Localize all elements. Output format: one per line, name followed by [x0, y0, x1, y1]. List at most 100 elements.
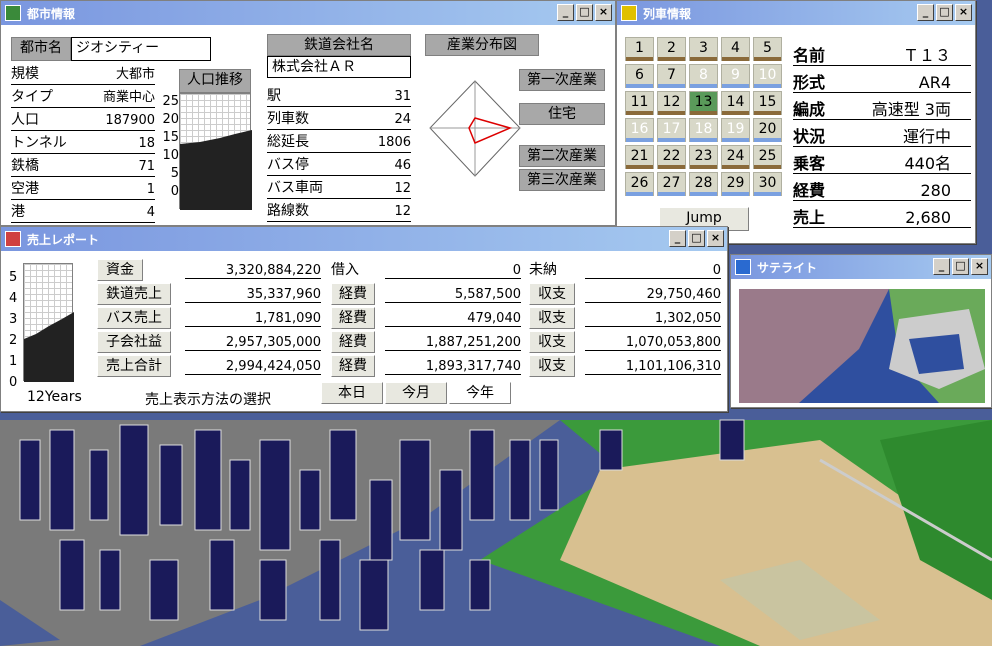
- balance-label[interactable]: 収支: [529, 355, 575, 377]
- balance-label[interactable]: 収支: [529, 283, 575, 305]
- sales-label-button[interactable]: 資金: [97, 259, 143, 281]
- train-info-row: 形式 AR4: [793, 73, 971, 93]
- sales-label-button[interactable]: 売上合計: [97, 355, 171, 377]
- train-slot[interactable]: 30: [753, 172, 782, 196]
- satellite-minimap[interactable]: [739, 289, 985, 403]
- train-window-titlebar[interactable]: 列車情報 _ □ ×: [617, 1, 975, 25]
- train-slot[interactable]: 18: [689, 118, 718, 142]
- train-slot[interactable]: 19: [721, 118, 750, 142]
- sales-label-button[interactable]: バス売上: [97, 307, 171, 329]
- train-slot[interactable]: 1: [625, 37, 654, 61]
- train-slot-number: 12: [662, 94, 681, 110]
- train-slot[interactable]: 8: [689, 64, 718, 88]
- sales-label-button[interactable]: 子会社益: [97, 331, 171, 353]
- tab-this-month[interactable]: 今月: [385, 382, 447, 404]
- close-button[interactable]: ×: [595, 4, 612, 21]
- train-info-row: 乗客 440名: [793, 154, 971, 174]
- city-icon: [5, 5, 21, 21]
- train-slot-number: 20: [758, 121, 777, 137]
- display-method-label: 売上表示方法の選択: [145, 392, 271, 408]
- expense-value: 1,887,251,200: [385, 335, 521, 351]
- industry-residential-label: 住宅: [519, 103, 605, 125]
- close-button[interactable]: ×: [955, 4, 972, 21]
- train-slot-bar: [722, 57, 749, 61]
- train-info-window[interactable]: 列車情報 _ □ × Jump 1 2 3 4 5 6 7 8 9 10 11 12 13 14 15 16 1…: [616, 0, 976, 244]
- train-info-value: 440名: [904, 154, 951, 173]
- minimize-button[interactable]: _: [917, 4, 934, 21]
- balance-label[interactable]: 収支: [529, 331, 575, 353]
- minimize-button[interactable]: _: [557, 4, 574, 21]
- train-slot-number: 7: [667, 67, 676, 83]
- expense-value: 479,040: [385, 311, 521, 327]
- train-slot[interactable]: 21: [625, 145, 654, 169]
- city-info-window[interactable]: 都市情報 _ □ × 都市名 ジオシティー 人口推移 25 20 15 10 5 0 鉄道…: [0, 0, 616, 226]
- train-slot-number: 30: [758, 175, 777, 191]
- train-slot[interactable]: 17: [657, 118, 686, 142]
- train-slot[interactable]: 4: [721, 37, 750, 61]
- satellite-window[interactable]: サテライト _ □ ×: [730, 254, 992, 408]
- industry-primary-label: 第一次産業: [519, 69, 605, 91]
- train-slot[interactable]: 22: [657, 145, 686, 169]
- company-name-field[interactable]: 株式会社ＡＲ: [267, 56, 411, 78]
- rail-stat-row: バス停 46: [267, 156, 411, 176]
- train-slot[interactable]: 24: [721, 145, 750, 169]
- rail-stat-label: 駅: [267, 88, 281, 104]
- city-window-titlebar[interactable]: 都市情報 _ □ ×: [1, 1, 615, 25]
- close-button[interactable]: ×: [971, 258, 988, 275]
- train-slot[interactable]: 5: [753, 37, 782, 61]
- sales-icon: [5, 231, 21, 247]
- satellite-window-titlebar[interactable]: サテライト _ □ ×: [731, 255, 991, 279]
- train-slot[interactable]: 15: [753, 91, 782, 115]
- train-slot-bar: [626, 138, 653, 142]
- maximize-button[interactable]: □: [688, 230, 705, 247]
- train-slot[interactable]: 16: [625, 118, 654, 142]
- sales-value: 35,337,960: [185, 287, 321, 303]
- train-slot[interactable]: 13: [689, 91, 718, 115]
- sales-value: 3,320,884,220: [185, 263, 321, 279]
- close-button[interactable]: ×: [707, 230, 724, 247]
- train-slot[interactable]: 28: [689, 172, 718, 196]
- sales-label-button[interactable]: 鉄道売上: [97, 283, 171, 305]
- train-slot-number: 18: [694, 121, 713, 137]
- balance-value: 1,302,050: [585, 311, 721, 327]
- train-slot[interactable]: 12: [657, 91, 686, 115]
- expense-label[interactable]: 経費: [331, 283, 375, 305]
- train-slot[interactable]: 20: [753, 118, 782, 142]
- minimize-button[interactable]: _: [933, 258, 950, 275]
- train-slot[interactable]: 26: [625, 172, 654, 196]
- city-name-label: 都市名: [11, 37, 71, 61]
- tab-this-year[interactable]: 今年: [449, 382, 511, 404]
- train-slot[interactable]: 7: [657, 64, 686, 88]
- train-slot-bar: [658, 111, 685, 115]
- expense-value: 5,587,500: [385, 287, 521, 303]
- train-slot[interactable]: 10: [753, 64, 782, 88]
- balance-label[interactable]: 収支: [529, 307, 575, 329]
- maximize-button[interactable]: □: [936, 4, 953, 21]
- train-slot[interactable]: 14: [721, 91, 750, 115]
- maximize-button[interactable]: □: [576, 4, 593, 21]
- train-slot[interactable]: 23: [689, 145, 718, 169]
- sales-report-window[interactable]: 売上レポート _ □ × 543210 12Years 売上表示方法の選択 本日…: [0, 226, 728, 412]
- train-slot[interactable]: 2: [657, 37, 686, 61]
- tab-today[interactable]: 本日: [321, 382, 383, 404]
- minimize-button[interactable]: _: [669, 230, 686, 247]
- train-slot[interactable]: 25: [753, 145, 782, 169]
- train-slot[interactable]: 27: [657, 172, 686, 196]
- maximize-button[interactable]: □: [952, 258, 969, 275]
- train-slot[interactable]: 9: [721, 64, 750, 88]
- sales-window-titlebar[interactable]: 売上レポート _ □ ×: [1, 227, 727, 251]
- train-slot[interactable]: 3: [689, 37, 718, 61]
- city-stat-row: タイプ 商業中心: [11, 88, 155, 108]
- train-slot[interactable]: 29: [721, 172, 750, 196]
- train-slot-bar: [626, 111, 653, 115]
- train-slot[interactable]: 6: [625, 64, 654, 88]
- expense-label[interactable]: 経費: [331, 355, 375, 377]
- train-slot[interactable]: 11: [625, 91, 654, 115]
- train-info-row: 経費 280: [793, 181, 971, 201]
- train-slot-number: 16: [630, 121, 649, 137]
- satellite-window-title: サテライト: [757, 260, 818, 275]
- city-name-field[interactable]: ジオシティー: [71, 37, 211, 61]
- expense-label[interactable]: 経費: [331, 307, 375, 329]
- train-slot-number: 10: [758, 67, 777, 83]
- expense-label[interactable]: 経費: [331, 331, 375, 353]
